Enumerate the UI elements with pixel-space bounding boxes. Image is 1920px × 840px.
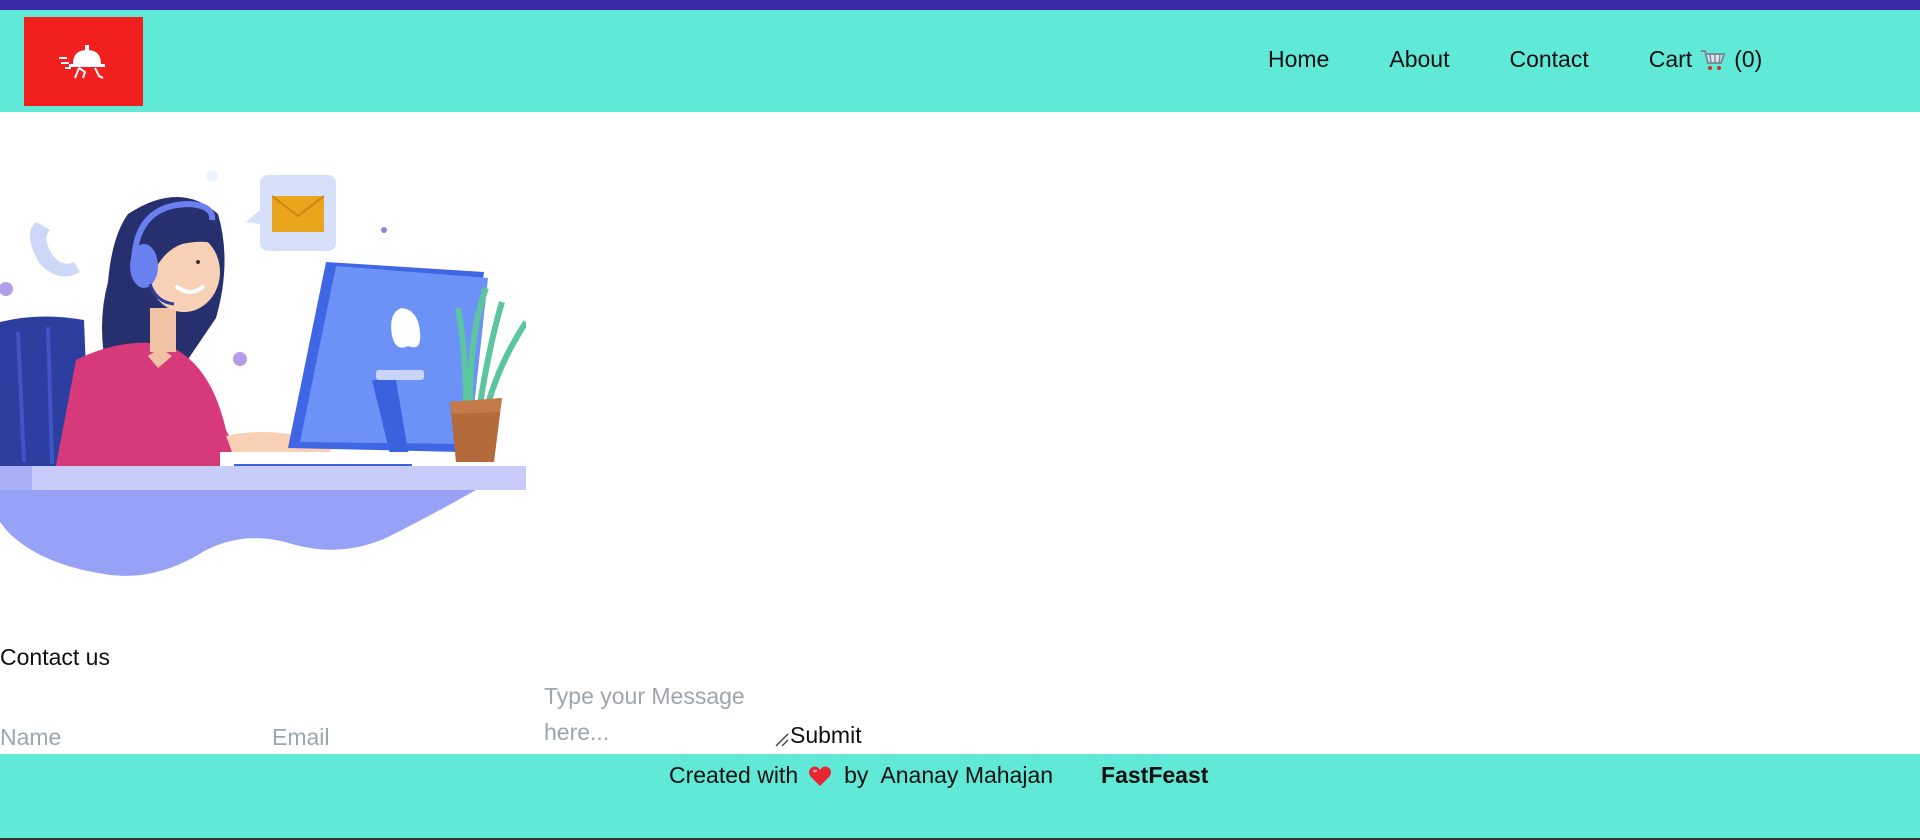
resize-handle-icon[interactable] (774, 732, 790, 748)
brand-name: FastFeast (1101, 762, 1209, 788)
footer: Created with by Ananay Mahajan FastFeast (0, 754, 1920, 838)
by-text: by (844, 762, 869, 788)
message-field[interactable] (544, 678, 784, 750)
contact-form: Submit (0, 672, 900, 752)
nav-contact[interactable]: Contact (1509, 46, 1588, 73)
top-accent-bar (0, 0, 1920, 10)
submit-button[interactable]: Submit (790, 722, 862, 749)
nav-home[interactable]: Home (1268, 46, 1329, 73)
contact-title: Contact us (0, 644, 110, 670)
footer-credits: Created with by Ananay Mahajan FastFeast (669, 762, 1208, 789)
cart-label: Cart (1648, 46, 1693, 72)
author-name: Ananay Mahajan (880, 762, 1054, 788)
created-with-text: Created with (669, 762, 799, 788)
customer-support-illustration (0, 112, 526, 637)
heart-icon (809, 765, 832, 786)
navbar: Home About Contact Cart (0) (0, 10, 1920, 112)
main-nav: Home About Contact Cart (0) (1268, 46, 1762, 73)
food-delivery-cloche-icon (58, 44, 105, 79)
name-field[interactable] (0, 722, 260, 752)
email-field[interactable] (272, 722, 532, 752)
nav-about[interactable]: About (1389, 46, 1449, 73)
nav-cart[interactable]: Cart (0) (1649, 46, 1763, 73)
logo[interactable] (24, 17, 143, 106)
cart-count: (0) (1734, 46, 1763, 72)
shopping-cart-icon (1701, 49, 1726, 70)
